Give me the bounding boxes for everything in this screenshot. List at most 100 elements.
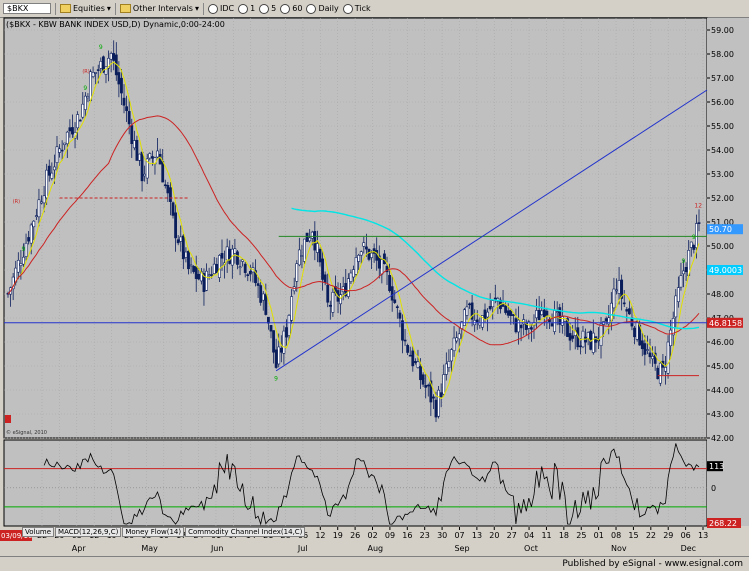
other-intervals-menu[interactable]: Other Intervals ▾ xyxy=(119,4,199,13)
candle xyxy=(264,294,268,315)
candle xyxy=(568,333,572,341)
count-marker: 9 xyxy=(99,44,103,51)
candle xyxy=(362,242,366,247)
interval-tick[interactable]: Tick xyxy=(342,3,371,14)
candle xyxy=(697,222,701,224)
candle xyxy=(323,274,327,283)
toolbar: $BKX Equities ▾ Other Intervals ▾ IDC 1 5 … xyxy=(0,0,749,18)
candle xyxy=(651,356,654,360)
month-label: Apr xyxy=(72,544,87,553)
tab-money-flow[interactable]: Money Flow(14) xyxy=(122,527,185,537)
candle xyxy=(491,300,495,308)
candle xyxy=(504,305,508,313)
count-marker: 9 xyxy=(692,234,696,241)
candle xyxy=(215,263,219,274)
chart-title: ($BKX - KBW BANK INDEX USD,D) Dynamic,0:… xyxy=(6,20,225,29)
candle xyxy=(612,288,616,309)
candle xyxy=(236,251,239,265)
x-tick-label: 11 xyxy=(541,531,551,540)
candle xyxy=(352,269,355,278)
candle xyxy=(357,254,361,262)
cci-lower-label: 268.22 xyxy=(709,519,737,528)
interval-60[interactable]: 60 xyxy=(280,3,302,14)
y-tick-label: 42.00 xyxy=(711,434,734,443)
candle xyxy=(692,245,696,250)
tab-macd[interactable]: MACD(12,26,9,C) xyxy=(55,527,122,537)
candle xyxy=(545,310,549,317)
folder-icon xyxy=(119,4,131,13)
count-marker: 12 xyxy=(694,203,702,210)
candle xyxy=(58,148,61,153)
y-tick-label: 48.00 xyxy=(711,290,734,299)
candle xyxy=(486,311,489,318)
candle xyxy=(450,349,453,362)
candle xyxy=(643,343,647,355)
candle xyxy=(424,385,428,388)
candle xyxy=(506,310,510,316)
candle xyxy=(676,287,680,303)
candle xyxy=(65,131,69,145)
candle xyxy=(99,61,103,69)
candle xyxy=(413,361,417,363)
candle xyxy=(238,266,242,269)
candle xyxy=(318,249,322,263)
candle xyxy=(89,71,92,102)
candle xyxy=(220,253,224,259)
candle xyxy=(370,252,373,258)
candle xyxy=(194,266,198,279)
candle xyxy=(457,333,461,340)
candle xyxy=(117,72,121,85)
candle xyxy=(604,318,608,322)
equities-menu[interactable]: Equities ▾ xyxy=(60,4,111,13)
candle xyxy=(287,315,291,336)
tab-cci[interactable]: Commodity Channel Index(14,C) xyxy=(185,527,306,537)
candle xyxy=(550,323,554,327)
interval-5[interactable]: 5 xyxy=(259,3,276,14)
candle xyxy=(171,202,175,216)
price-chart[interactable]: 42.0043.0044.0045.0046.0047.0048.0049.00… xyxy=(0,17,749,556)
candle xyxy=(269,325,273,332)
candle xyxy=(475,319,479,323)
candle xyxy=(295,263,299,282)
candle xyxy=(274,349,278,368)
candle xyxy=(395,306,399,308)
candle xyxy=(192,266,196,272)
candle xyxy=(364,246,368,250)
candle xyxy=(635,321,639,340)
y-tick-label: 44.00 xyxy=(711,386,734,395)
y-tick-label: 46.00 xyxy=(711,338,734,347)
interval-daily[interactable]: Daily xyxy=(306,3,339,14)
candle xyxy=(447,361,451,369)
candle xyxy=(372,248,376,254)
candle xyxy=(285,327,288,338)
symbol-field[interactable]: $BKX xyxy=(3,3,51,14)
x-tick-label: 18 xyxy=(559,531,569,540)
y-tick-label: 43.00 xyxy=(711,410,734,419)
candle xyxy=(622,302,626,305)
candle xyxy=(316,243,319,253)
tab-volume[interactable]: Volume xyxy=(22,527,55,537)
candle xyxy=(125,106,129,112)
candle xyxy=(305,232,309,242)
candle xyxy=(96,69,100,71)
candle xyxy=(282,330,286,354)
candle xyxy=(367,249,371,260)
candle xyxy=(493,297,497,300)
candle xyxy=(488,306,492,310)
candle xyxy=(388,274,391,292)
candle xyxy=(112,53,116,61)
x-tick-label: 04 xyxy=(524,531,534,540)
y-tick-label: 57.00 xyxy=(711,74,734,83)
candle xyxy=(279,347,283,353)
candle xyxy=(406,345,410,353)
candle xyxy=(53,166,56,171)
candle xyxy=(656,367,660,380)
candle xyxy=(161,161,165,183)
candle xyxy=(401,320,404,341)
candle xyxy=(375,250,379,261)
candle xyxy=(537,310,541,321)
interval-1[interactable]: 1 xyxy=(238,3,255,14)
interval-idc[interactable]: IDC xyxy=(207,3,234,14)
candle xyxy=(47,165,51,176)
y-tick-label: 54.00 xyxy=(711,146,734,155)
